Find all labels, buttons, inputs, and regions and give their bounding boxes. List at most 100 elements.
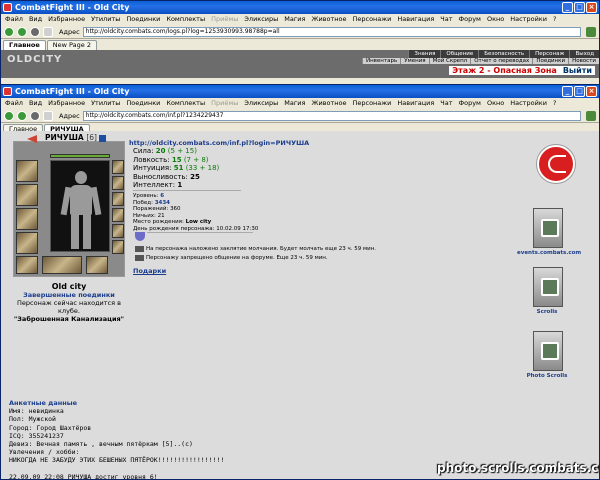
scrolls-banner-icon[interactable] bbox=[533, 267, 563, 307]
refresh-icon[interactable] bbox=[43, 26, 53, 37]
menu-item[interactable]: Файл bbox=[5, 14, 23, 25]
menu-item[interactable]: ? bbox=[553, 98, 556, 109]
menu-item[interactable]: Форум bbox=[459, 14, 481, 25]
menu-item[interactable]: ? bbox=[553, 14, 556, 25]
tab-new-page-2[interactable]: New Page 2 bbox=[46, 40, 97, 50]
tab-main[interactable]: Главное bbox=[3, 40, 46, 50]
nav-item[interactable]: Общение bbox=[440, 50, 479, 58]
info-badge-icon[interactable] bbox=[98, 134, 106, 142]
bag-slot[interactable] bbox=[86, 256, 108, 274]
menu-item[interactable]: Поединки bbox=[126, 14, 160, 25]
minimize-button[interactable]: _ bbox=[562, 2, 573, 13]
go-icon[interactable] bbox=[586, 26, 596, 37]
draws-value: 21 bbox=[157, 212, 165, 219]
menu-item[interactable]: Магия bbox=[284, 14, 305, 25]
nav-item[interactable]: Поединки bbox=[532, 58, 569, 64]
menu-item[interactable]: Персонажи bbox=[352, 98, 391, 109]
stop-icon[interactable] bbox=[30, 26, 40, 37]
menu-item[interactable]: Вид bbox=[29, 98, 42, 109]
finished-fights-link[interactable]: Завершенные поединки bbox=[13, 291, 125, 299]
nav-item[interactable]: Выход bbox=[569, 50, 599, 58]
menu-item[interactable]: Приёмы bbox=[211, 98, 238, 109]
menu-bar: Файл Вид Избранное Утилиты Поединки Комплекты… bbox=[1, 98, 599, 109]
menu-item[interactable]: Комплекты bbox=[166, 14, 205, 25]
address-input[interactable]: http://oldcity.combats.com/logs.pl?log=1… bbox=[82, 26, 581, 37]
helmet-slot[interactable] bbox=[16, 160, 38, 182]
menu-item[interactable]: Чат bbox=[440, 98, 452, 109]
nav-item[interactable]: Умения bbox=[400, 58, 429, 64]
exit-link[interactable]: Выйти bbox=[563, 66, 592, 75]
menu-item[interactable]: Эликсиры bbox=[244, 14, 278, 25]
stop-icon[interactable] bbox=[30, 110, 40, 121]
minimize-button[interactable]: _ bbox=[562, 86, 573, 97]
nav-item[interactable]: Персонаж bbox=[529, 50, 570, 58]
back-icon[interactable] bbox=[4, 110, 14, 121]
ring-slot[interactable] bbox=[112, 176, 124, 190]
menu-item[interactable]: Избранное bbox=[48, 14, 85, 25]
armor-slot[interactable] bbox=[16, 208, 38, 230]
forward-icon[interactable] bbox=[17, 110, 27, 121]
nav-item[interactable]: Инвентарь bbox=[361, 58, 401, 64]
events-banner-label[interactable]: events.combats.com bbox=[517, 250, 581, 256]
gifts-link[interactable]: Подарки bbox=[133, 267, 166, 275]
photo-scrolls-banner-label[interactable]: Photo Scrolls bbox=[517, 373, 577, 379]
maximize-button[interactable]: □ bbox=[574, 86, 585, 97]
address-input[interactable]: http://oldcity.combats.com/inf.pl?123422… bbox=[82, 110, 581, 121]
close-button[interactable]: × bbox=[586, 86, 597, 97]
menu-item[interactable]: Файл bbox=[5, 98, 23, 109]
nav-item[interactable]: Мой Скрепл bbox=[428, 58, 471, 64]
title-bar: CombatFight III - Old City _ □ × bbox=[1, 85, 599, 98]
menu-item[interactable]: Животное bbox=[311, 14, 346, 25]
menu-item[interactable]: Навигация bbox=[397, 14, 434, 25]
character-level: [6] bbox=[86, 133, 97, 142]
menu-item[interactable]: Окно bbox=[487, 14, 504, 25]
close-button[interactable]: × bbox=[586, 2, 597, 13]
ring-slot[interactable] bbox=[112, 160, 124, 174]
menu-item[interactable]: Окно bbox=[487, 98, 504, 109]
ring-slot[interactable] bbox=[112, 192, 124, 206]
menu-item[interactable]: Утилиты bbox=[91, 98, 120, 109]
menu-item[interactable]: Утилиты bbox=[91, 14, 120, 25]
menu-item[interactable]: Навигация bbox=[397, 98, 434, 109]
wins-label: Побед: bbox=[133, 199, 153, 206]
belt-slot[interactable] bbox=[16, 232, 38, 254]
scrolls-banner-label[interactable]: Scrolls bbox=[517, 309, 577, 315]
stat-value: 20 bbox=[155, 147, 166, 155]
archer-logo-icon[interactable] bbox=[537, 145, 575, 183]
weapon-slot[interactable] bbox=[16, 184, 38, 206]
menu-item[interactable]: Животное bbox=[311, 98, 346, 109]
events-banner-icon[interactable] bbox=[533, 208, 563, 248]
bag-slot[interactable] bbox=[16, 256, 38, 274]
photo-scrolls-banner-icon[interactable] bbox=[533, 331, 563, 371]
top-nav: Знания Общение Безопасность Персонаж Выход bbox=[408, 50, 599, 58]
menu-item[interactable]: Настройки bbox=[510, 98, 547, 109]
nav-item[interactable]: Новости bbox=[568, 58, 599, 64]
menu-item[interactable]: Комплекты bbox=[166, 98, 205, 109]
character-info-link[interactable]: http://oldcity.combats.com/inf.pl?login=… bbox=[129, 139, 309, 147]
nav-item[interactable]: Безопасность bbox=[478, 50, 530, 58]
zone-text: Этаж 2 - Опасная Зона bbox=[452, 66, 557, 75]
forward-icon[interactable] bbox=[17, 26, 27, 37]
gloves-slot[interactable] bbox=[112, 208, 124, 222]
nav-item[interactable]: Знания bbox=[408, 50, 441, 58]
menu-item[interactable]: Вид bbox=[29, 14, 42, 25]
stat-row: Интуиция: 51 (33 + 18) bbox=[133, 164, 219, 173]
shield-slot[interactable] bbox=[112, 224, 124, 238]
boots-slot[interactable] bbox=[112, 240, 124, 254]
go-icon[interactable] bbox=[586, 110, 596, 121]
menu-item[interactable]: Персонажи bbox=[352, 14, 391, 25]
menu-item[interactable]: Магия bbox=[284, 98, 305, 109]
back-icon[interactable] bbox=[4, 26, 14, 37]
menu-item[interactable]: Приёмы bbox=[211, 14, 238, 25]
menu-item[interactable]: Избранное bbox=[48, 98, 85, 109]
menu-item[interactable]: Чат bbox=[440, 14, 452, 25]
menu-item[interactable]: Эликсиры bbox=[244, 98, 278, 109]
nav-item[interactable]: Отчет о переводах bbox=[470, 58, 533, 64]
menu-item[interactable]: Настройки bbox=[510, 14, 547, 25]
stat-label: Интеллект: bbox=[133, 181, 176, 189]
menu-item[interactable]: Поединки bbox=[126, 98, 160, 109]
stat-row: Интеллект: 1 bbox=[133, 181, 219, 190]
menu-item[interactable]: Форум bbox=[459, 98, 481, 109]
maximize-button[interactable]: □ bbox=[574, 2, 585, 13]
refresh-icon[interactable] bbox=[43, 110, 53, 121]
